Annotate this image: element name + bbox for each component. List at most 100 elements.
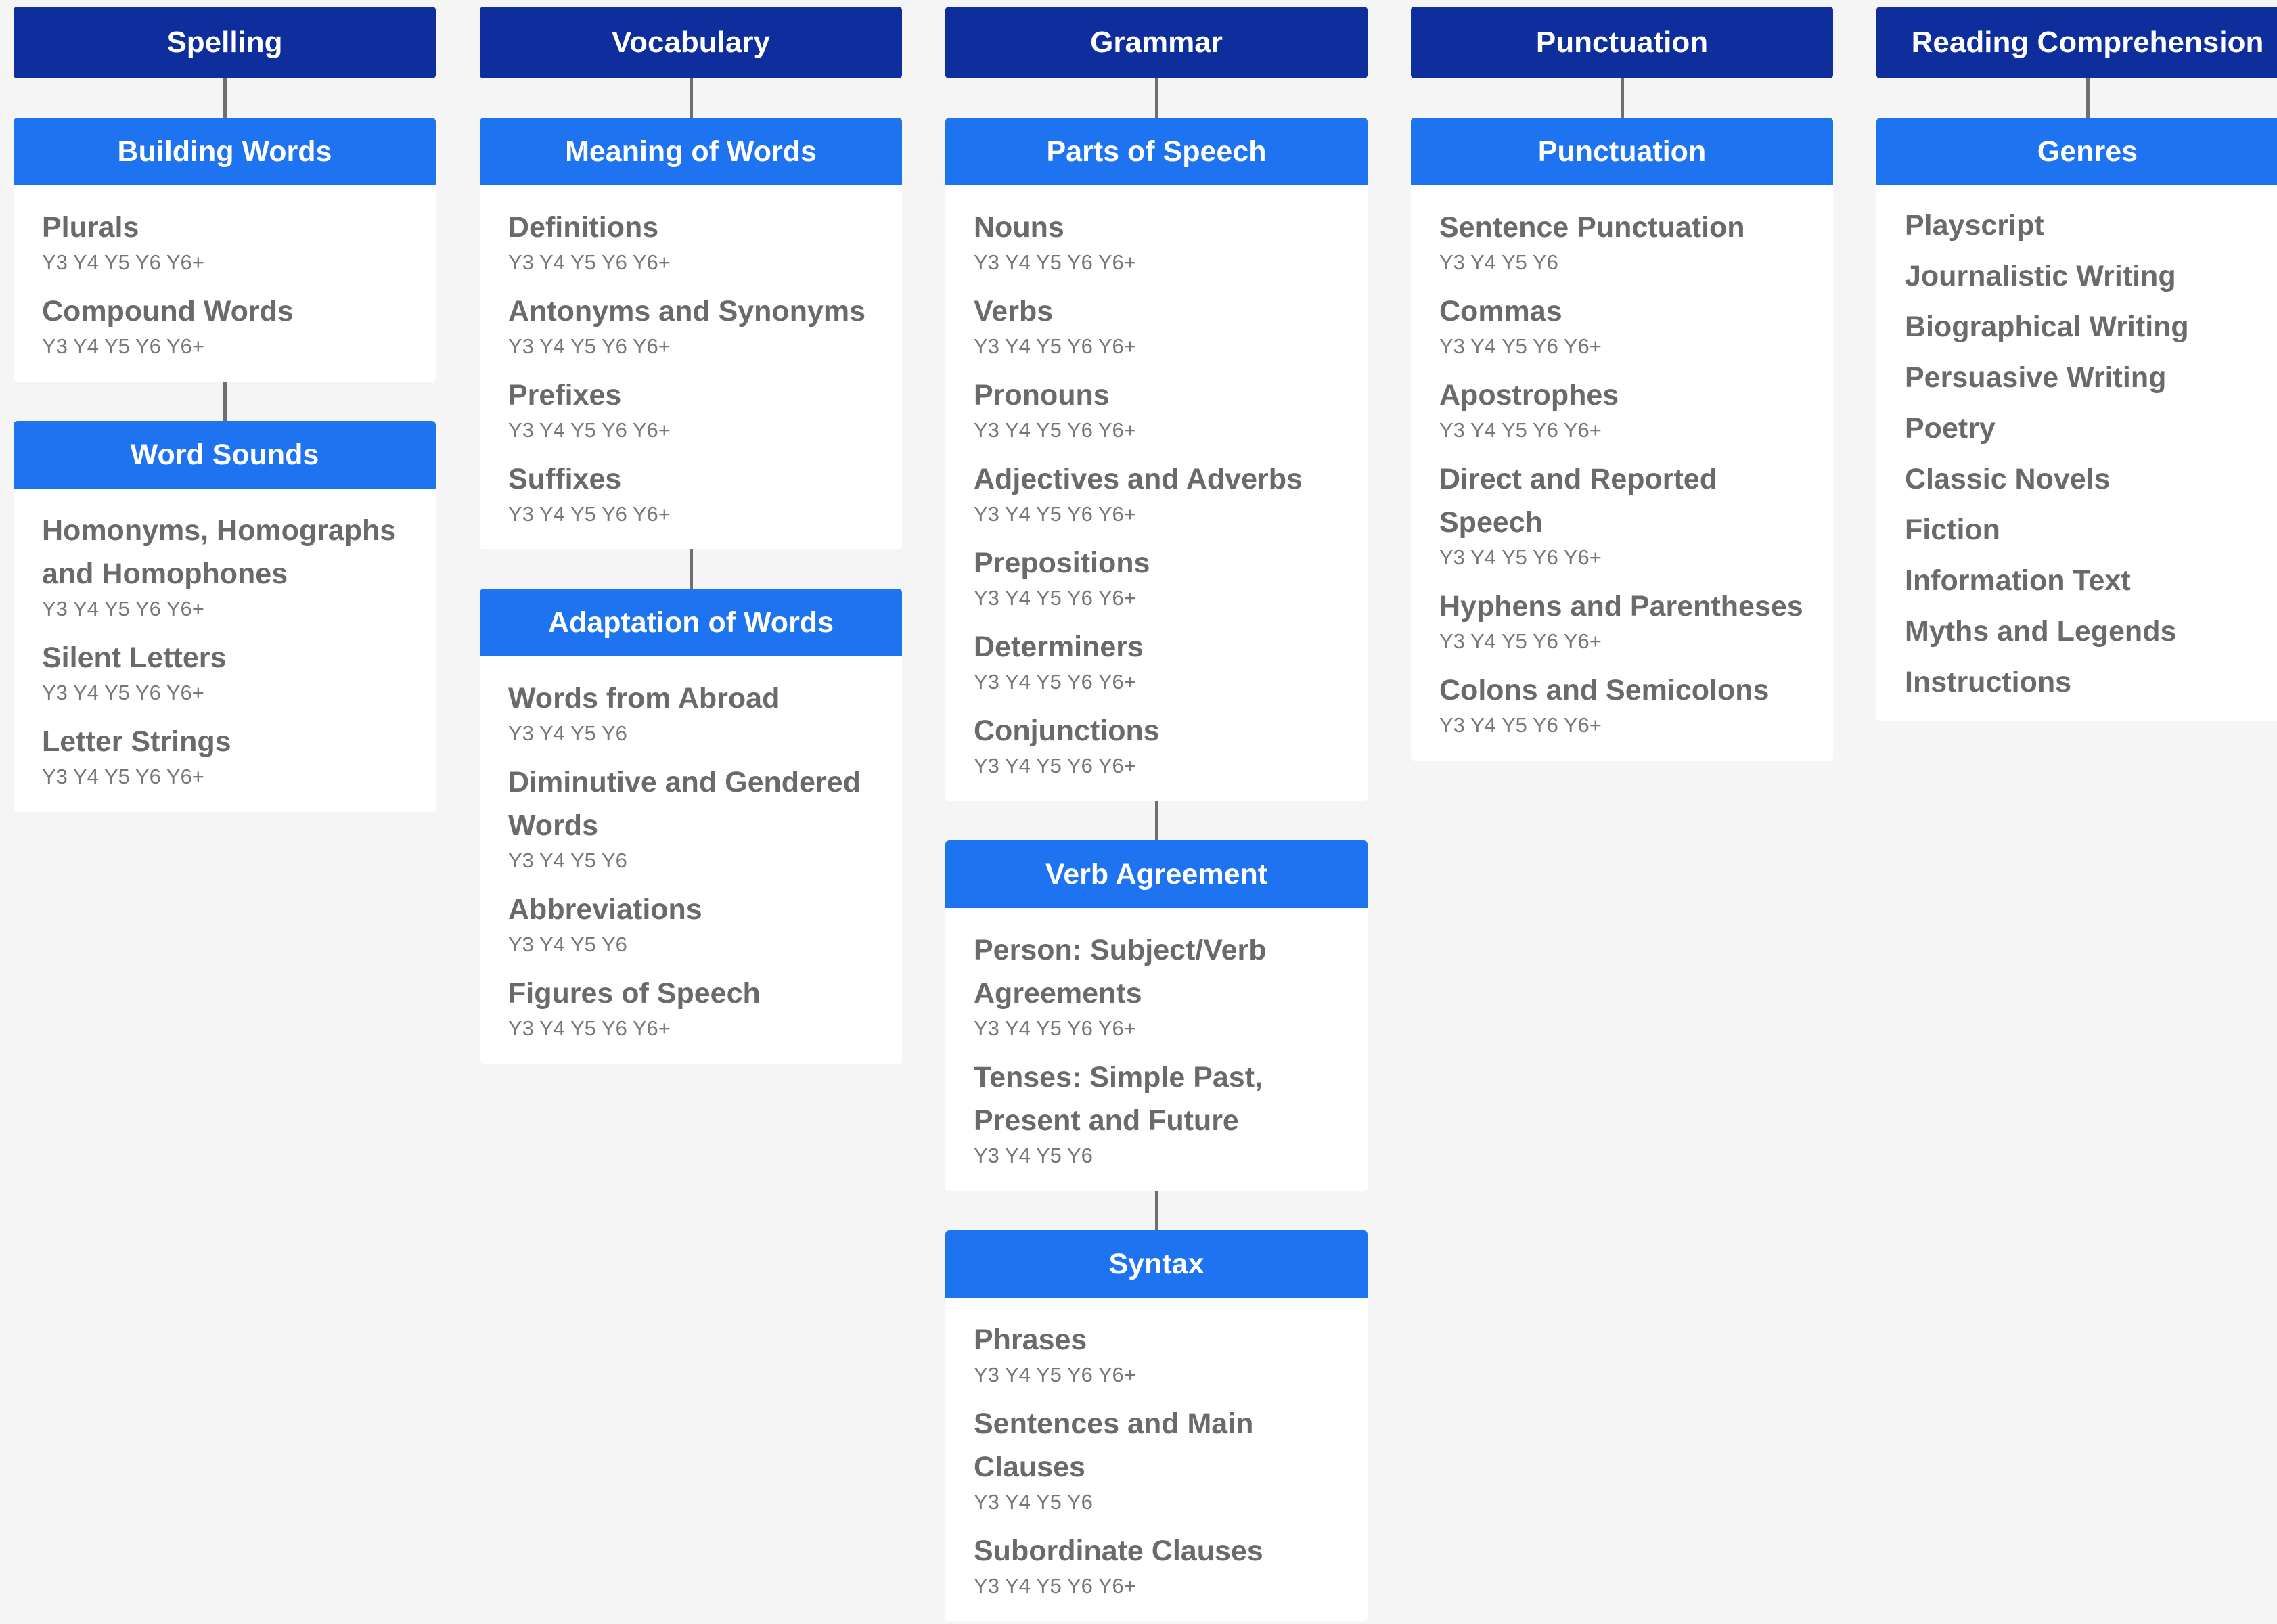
topic-item[interactable]: Nouns Y3 Y4 Y5 Y6 Y6+	[974, 206, 1339, 277]
topic-years: Y3 Y4 Y5 Y6	[508, 932, 627, 956]
group-header[interactable]: Genres	[1876, 118, 2277, 185]
topic-item[interactable]: Figures of Speech Y3 Y4 Y5 Y6 Y6+	[508, 972, 874, 1043]
topic-years: Y3 Y4 Y5 Y6 Y6+	[974, 670, 1136, 694]
group-card: Verb Agreement Person: Subject/Verb Agre…	[945, 840, 1368, 1191]
topic-item[interactable]: Compound Words Y3 Y4 Y5 Y6 Y6+	[42, 290, 407, 361]
genre-item[interactable]: Classic Novels	[1905, 454, 2270, 505]
topic-name: Suffixes	[508, 463, 622, 495]
column-vocabulary: Vocabulary Meaning of Words Definitions …	[480, 7, 902, 1064]
topic-years: Y3 Y4 Y5 Y6 Y6+	[974, 334, 1136, 358]
topic-item[interactable]: Suffixes Y3 Y4 Y5 Y6 Y6+	[508, 457, 874, 529]
topic-item[interactable]: Plurals Y3 Y4 Y5 Y6 Y6+	[42, 206, 407, 277]
genre-item[interactable]: Journalistic Writing	[1905, 251, 2270, 302]
topic-name: Commas	[1439, 295, 1562, 328]
topic-item[interactable]: Person: Subject/Verb Agreements Y3 Y4 Y5…	[974, 928, 1339, 1043]
column-grammar: Grammar Parts of Speech Nouns Y3 Y4 Y5 Y…	[945, 7, 1368, 1621]
category-header[interactable]: Spelling	[14, 7, 436, 78]
group-header[interactable]: Parts of Speech	[945, 118, 1368, 185]
topic-years: Y3 Y4 Y5 Y6 Y6+	[1439, 545, 1602, 569]
topic-years: Y3 Y4 Y5 Y6 Y6+	[508, 418, 671, 442]
topic-item[interactable]: Letter Strings Y3 Y4 Y5 Y6 Y6+	[42, 720, 407, 792]
connector-line	[1154, 78, 1158, 118]
group-card: Genres Playscript Journalistic Writing B…	[1876, 118, 2277, 721]
topic-name: Prefixes	[508, 379, 622, 411]
genre-item[interactable]: Fiction	[1905, 505, 2270, 556]
topic-item[interactable]: Homonyms, Homographs and Homophones Y3 Y…	[42, 509, 407, 624]
topic-item[interactable]: Prefixes Y3 Y4 Y5 Y6 Y6+	[508, 374, 874, 445]
connector-line	[223, 382, 227, 421]
topic-item[interactable]: Antonyms and Synonyms Y3 Y4 Y5 Y6 Y6+	[508, 290, 874, 361]
genre-item[interactable]: Playscript	[1905, 200, 2270, 251]
topic-name: Compound Words	[42, 295, 294, 328]
topic-name: Letter Strings	[42, 725, 231, 758]
topic-item[interactable]: Prepositions Y3 Y4 Y5 Y6 Y6+	[974, 541, 1339, 613]
group-header[interactable]: Word Sounds	[14, 421, 436, 489]
group-header[interactable]: Verb Agreement	[945, 840, 1368, 908]
topic-item[interactable]: Phrases Y3 Y4 Y5 Y6 Y6+	[974, 1318, 1339, 1390]
topic-item[interactable]: Words from Abroad Y3 Y4 Y5 Y6	[508, 677, 874, 748]
topic-years: Y3 Y4 Y5 Y6 Y6+	[974, 754, 1136, 777]
topic-item[interactable]: Adjectives and Adverbs Y3 Y4 Y5 Y6 Y6+	[974, 457, 1339, 529]
topic-years: Y3 Y4 Y5 Y6 Y6+	[508, 502, 671, 526]
genre-item[interactable]: Persuasive Writing	[1905, 353, 2270, 403]
topic-item[interactable]: Silent Letters Y3 Y4 Y5 Y6 Y6+	[42, 636, 407, 708]
column-spelling: Spelling Building Words Plurals Y3 Y4 Y5…	[14, 7, 436, 812]
topic-item[interactable]: Determiners Y3 Y4 Y5 Y6 Y6+	[974, 625, 1339, 697]
topic-item[interactable]: Direct and Reported Speech Y3 Y4 Y5 Y6 Y…	[1439, 457, 1805, 572]
topic-item[interactable]: Subordinate Clauses Y3 Y4 Y5 Y6 Y6+	[974, 1529, 1339, 1601]
category-header[interactable]: Grammar	[945, 7, 1368, 78]
topic-name: Diminutive and Gendered Words	[508, 766, 861, 842]
topic-name: Figures of Speech	[508, 977, 761, 1010]
genre-item[interactable]: Information Text	[1905, 556, 2270, 606]
topic-name: Subordinate Clauses	[974, 1535, 1263, 1567]
topic-name: Plurals	[42, 211, 139, 244]
connector-line	[1154, 801, 1158, 840]
topic-item[interactable]: Sentence Punctuation Y3 Y4 Y5 Y6	[1439, 206, 1805, 277]
topic-item[interactable]: Conjunctions Y3 Y4 Y5 Y6 Y6+	[974, 709, 1339, 781]
topic-name: Phrases	[974, 1324, 1087, 1356]
category-header[interactable]: Punctuation	[1411, 7, 1833, 78]
genre-item[interactable]: Myths and Legends	[1905, 606, 2270, 657]
topic-years: Y3 Y4 Y5 Y6	[974, 1490, 1093, 1514]
group-header[interactable]: Adaptation of Words	[480, 589, 902, 656]
topic-name: Prepositions	[974, 547, 1150, 579]
topic-item[interactable]: Abbreviations Y3 Y4 Y5 Y6	[508, 888, 874, 960]
topic-years: Y3 Y4 Y5 Y6 Y6+	[42, 681, 204, 704]
topic-item[interactable]: Pronouns Y3 Y4 Y5 Y6 Y6+	[974, 374, 1339, 445]
connector-line	[1620, 78, 1624, 118]
group-header[interactable]: Meaning of Words	[480, 118, 902, 185]
topic-name: Definitions	[508, 211, 659, 244]
topic-item[interactable]: Tenses: Simple Past, Present and Future …	[974, 1056, 1339, 1171]
genre-item[interactable]: Biographical Writing	[1905, 302, 2270, 353]
topic-item[interactable]: Hyphens and Parentheses Y3 Y4 Y5 Y6 Y6+	[1439, 585, 1805, 656]
topic-name: Conjunctions	[974, 715, 1160, 747]
connector-line	[689, 549, 693, 589]
topic-item[interactable]: Definitions Y3 Y4 Y5 Y6 Y6+	[508, 206, 874, 277]
group-card: Syntax Phrases Y3 Y4 Y5 Y6 Y6+ Sentences…	[945, 1230, 1368, 1621]
topic-name: Antonyms and Synonyms	[508, 295, 866, 328]
topic-name: Homonyms, Homographs and Homophones	[42, 514, 397, 590]
topic-item[interactable]: Sentences and Main Clauses Y3 Y4 Y5 Y6	[974, 1402, 1339, 1517]
category-header[interactable]: Vocabulary	[480, 7, 902, 78]
topic-item[interactable]: Verbs Y3 Y4 Y5 Y6 Y6+	[974, 290, 1339, 361]
topic-years: Y3 Y4 Y5 Y6 Y6+	[1439, 629, 1602, 653]
topic-item[interactable]: Commas Y3 Y4 Y5 Y6 Y6+	[1439, 290, 1805, 361]
topic-years: Y3 Y4 Y5 Y6 Y6+	[508, 250, 671, 274]
topic-name: Pronouns	[974, 379, 1110, 411]
category-header[interactable]: Reading Comprehension	[1876, 7, 2277, 78]
topic-name: Colons and Semicolons	[1439, 674, 1769, 706]
group-card: Adaptation of Words Words from Abroad Y3…	[480, 589, 902, 1064]
topic-name: Sentence Punctuation	[1439, 211, 1745, 244]
topic-item[interactable]: Colons and Semicolons Y3 Y4 Y5 Y6 Y6+	[1439, 669, 1805, 740]
genre-item[interactable]: Instructions	[1905, 657, 2270, 708]
topic-name: Verbs	[974, 295, 1054, 328]
topic-item[interactable]: Diminutive and Gendered Words Y3 Y4 Y5 Y…	[508, 761, 874, 876]
group-header[interactable]: Syntax	[945, 1230, 1368, 1298]
genre-item[interactable]: Poetry	[1905, 403, 2270, 454]
topic-years: Y3 Y4 Y5 Y6 Y6+	[42, 334, 204, 358]
group-header[interactable]: Building Words	[14, 118, 436, 185]
connector-line	[2086, 78, 2090, 118]
topic-item[interactable]: Apostrophes Y3 Y4 Y5 Y6 Y6+	[1439, 374, 1805, 445]
topic-name: Hyphens and Parentheses	[1439, 590, 1803, 623]
group-header[interactable]: Punctuation	[1411, 118, 1833, 185]
